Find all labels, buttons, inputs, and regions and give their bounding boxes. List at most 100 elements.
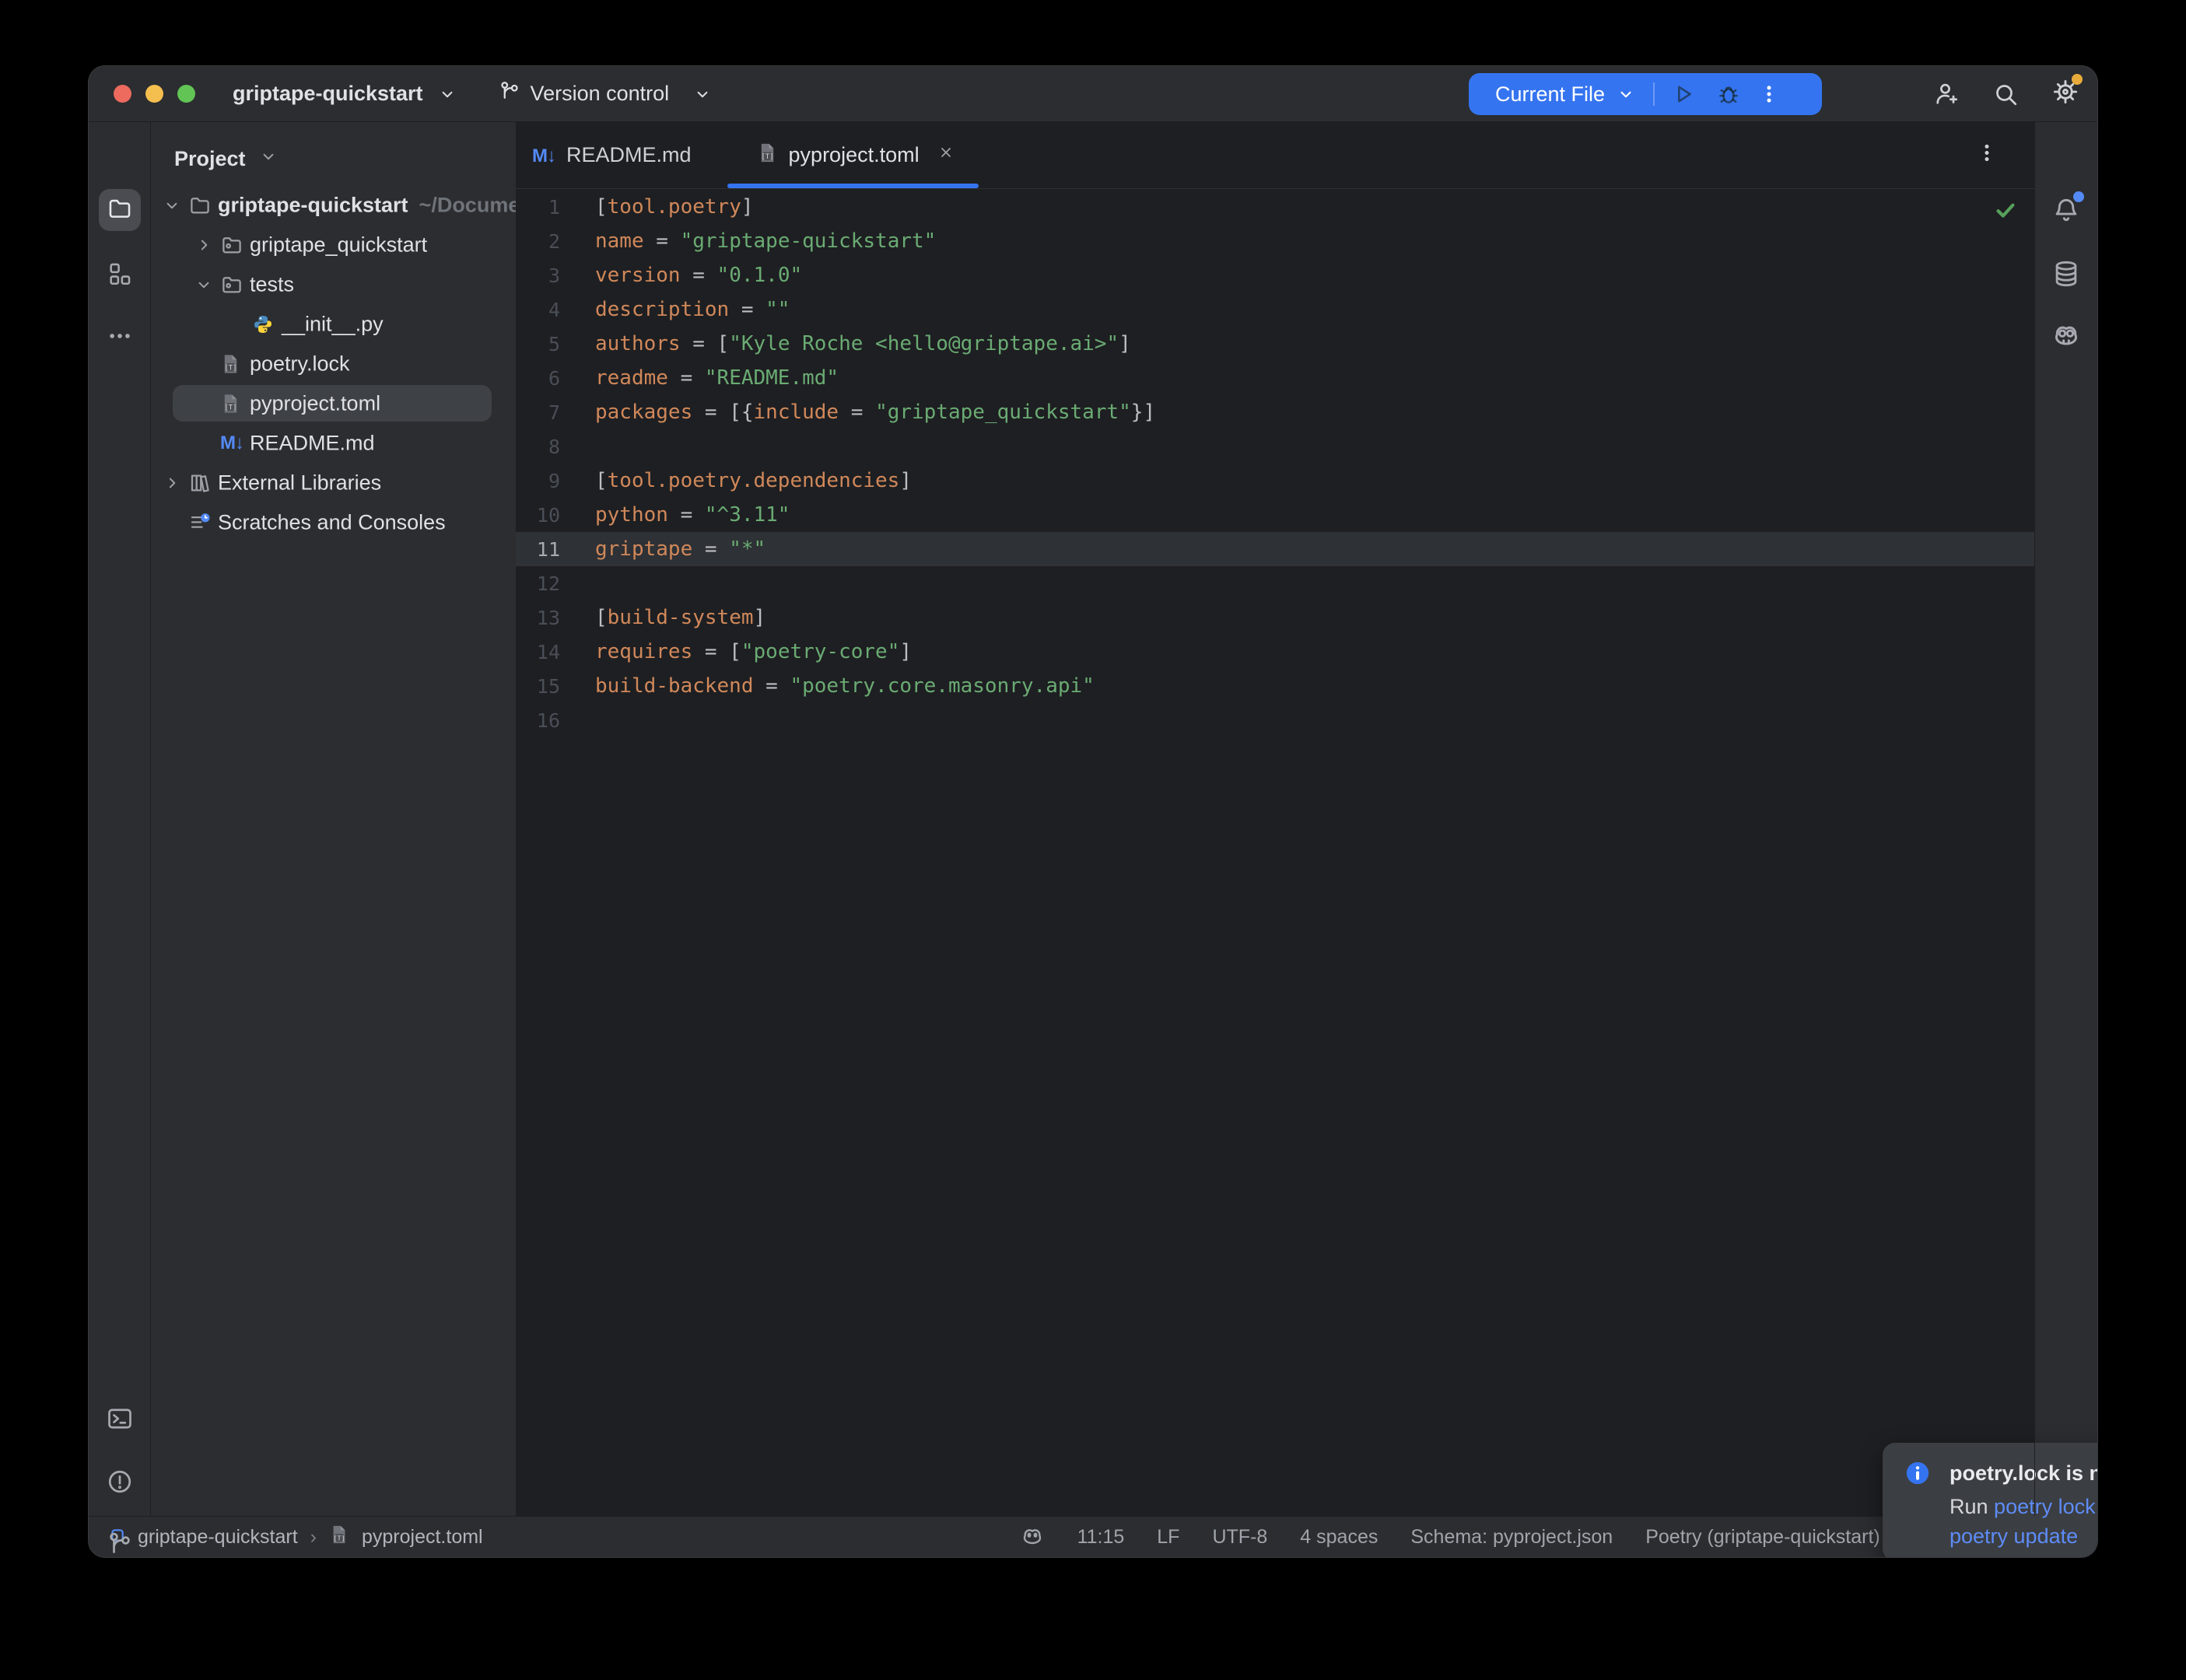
line-number[interactable]: 7 <box>516 401 589 424</box>
zoom-window-button[interactable] <box>177 85 195 103</box>
code-line-3[interactable]: 3version = "0.1.0" <box>516 258 2034 292</box>
status-caret-position[interactable]: 11:15 <box>1077 1526 1125 1549</box>
svg-text:[T]: [T] <box>225 404 237 411</box>
code-line-7[interactable]: 7packages = [{include = "griptape_quicks… <box>516 395 2034 429</box>
status-line-separator[interactable]: LF <box>1157 1526 1179 1549</box>
status-schema[interactable]: Schema: pyproject.json <box>1410 1526 1613 1549</box>
line-number[interactable]: 6 <box>516 367 589 390</box>
tree-item-griptape-quickstart[interactable]: griptape_quickstart <box>151 225 516 264</box>
tree-item-tests[interactable]: tests <box>151 264 516 304</box>
line-number[interactable]: 8 <box>516 436 589 458</box>
tree-item-label: README.md <box>250 431 375 455</box>
tree-item-griptape-quickstart[interactable]: griptape-quickstart~/Docume <box>151 185 516 225</box>
code-line-5[interactable]: 5authors = ["Kyle Roche <hello@griptape.… <box>516 327 2034 361</box>
line-number[interactable]: 1 <box>516 196 589 219</box>
more-run-options-button[interactable] <box>1757 82 1781 106</box>
search-everywhere-button[interactable] <box>1992 80 2020 108</box>
code-line-8[interactable]: 8 <box>516 429 2034 464</box>
notification-badge <box>2073 191 2084 202</box>
line-number[interactable]: 10 <box>516 504 589 527</box>
problems-tool-button[interactable] <box>106 1468 134 1496</box>
inspections-passed-icon[interactable] <box>1994 198 2017 226</box>
line-number[interactable]: 2 <box>516 230 589 253</box>
line-number[interactable]: 12 <box>516 572 589 595</box>
code-line-13[interactable]: 13[build-system] <box>516 600 2034 635</box>
ai-assistant-tool-button[interactable] <box>2051 320 2082 352</box>
line-number[interactable]: 16 <box>516 709 589 732</box>
project-tool-button[interactable] <box>99 189 141 231</box>
line-number[interactable]: 9 <box>516 470 589 492</box>
code-editor[interactable]: 1[tool.poetry]2name = "griptape-quicksta… <box>516 189 2034 1516</box>
code-line-1[interactable]: 1[tool.poetry] <box>516 190 2034 224</box>
chevron-right-icon[interactable] <box>162 473 182 493</box>
line-number[interactable]: 5 <box>516 333 589 355</box>
ide-window: griptape-quickstart Version control Curr… <box>88 65 2098 1558</box>
notification-link-poetry-update[interactable]: poetry update <box>1950 1524 2078 1548</box>
code-line-4[interactable]: 4description = "" <box>516 292 2034 327</box>
toml-file-icon: [T] <box>220 393 241 414</box>
git-tool-button[interactable] <box>106 1530 134 1558</box>
tree-item-label: griptape-quickstart~/Docume <box>218 193 516 217</box>
tree-item-label: griptape_quickstart <box>250 233 427 257</box>
chevron-down-icon <box>692 84 713 104</box>
project-panel-header[interactable]: Project <box>151 122 516 185</box>
code-line-10[interactable]: 10python = "^3.11" <box>516 498 2034 532</box>
line-number[interactable]: 4 <box>516 299 589 321</box>
tree-item-readme-md[interactable]: M↓README.md <box>151 423 516 463</box>
tab-options-button[interactable] <box>1975 141 1999 170</box>
tree-item-external-libraries[interactable]: External Libraries <box>151 463 516 502</box>
settings-button[interactable] <box>2051 77 2080 110</box>
tree-item-path: ~/Docume <box>419 193 516 217</box>
code-line-15[interactable]: 15build-backend = "poetry.core.masonry.a… <box>516 669 2034 703</box>
vcs-widget[interactable]: Version control <box>498 79 713 108</box>
tree-item-label: Scratches and Consoles <box>218 510 446 534</box>
copilot-status-icon[interactable] <box>1020 1524 1045 1549</box>
code-line-12[interactable]: 12 <box>516 566 2034 600</box>
run-configuration-pill[interactable]: Current File <box>1469 73 1822 115</box>
toml-file-icon: [T] <box>757 142 778 169</box>
database-tool-button[interactable] <box>2051 259 2081 289</box>
add-user-button[interactable] <box>1932 80 1960 108</box>
debug-button[interactable] <box>1715 81 1742 107</box>
code-line-6[interactable]: 6readme = "README.md" <box>516 361 2034 395</box>
structure-tool-button[interactable] <box>107 261 133 287</box>
active-tab-underline <box>727 184 979 188</box>
tree-item-scratches-and-consoles[interactable]: Scratches and Consoles <box>151 502 516 542</box>
breadcrumb-project[interactable]: griptape-quickstart <box>138 1526 298 1549</box>
code-line-16[interactable]: 16 <box>516 703 2034 737</box>
git-branch-icon <box>498 79 521 108</box>
line-number[interactable]: 15 <box>516 675 589 698</box>
tree-item-pyproject-toml[interactable]: [T]pyproject.toml <box>151 383 516 423</box>
project-selector[interactable]: griptape-quickstart <box>233 82 423 106</box>
notifications-button[interactable] <box>2051 195 2081 229</box>
tree-item-poetry-lock[interactable]: [T]poetry.lock <box>151 344 516 383</box>
run-button[interactable] <box>1670 81 1697 107</box>
code-line-14[interactable]: 14requires = ["poetry-core"] <box>516 635 2034 669</box>
close-window-button[interactable] <box>114 85 131 103</box>
chevron-down-icon <box>1616 84 1636 104</box>
line-number[interactable]: 3 <box>516 264 589 287</box>
minimize-window-button[interactable] <box>145 85 163 103</box>
status-indent[interactable]: 4 spaces <box>1300 1526 1378 1549</box>
chevron-down-icon[interactable] <box>194 275 214 295</box>
terminal-tool-button[interactable] <box>106 1405 134 1433</box>
code-text: description = "" <box>589 298 790 321</box>
breadcrumb-file[interactable]: pyproject.toml <box>362 1526 483 1549</box>
chevron-right-icon[interactable] <box>194 235 214 255</box>
more-tool-windows-button[interactable] <box>107 323 133 349</box>
close-tab-icon[interactable] <box>937 143 955 167</box>
code-line-11[interactable]: 11griptape = "*" <box>516 532 2034 566</box>
chevron-down-icon[interactable] <box>162 195 182 215</box>
tree-item--init-py[interactable]: __init__.py <box>151 304 516 344</box>
code-line-2[interactable]: 2name = "griptape-quickstart" <box>516 224 2034 258</box>
line-number[interactable]: 11 <box>516 538 589 561</box>
vcs-label: Version control <box>531 82 670 106</box>
main-area: Project griptape-quickstart~/Docume gript… <box>89 122 2097 1516</box>
tab-label: README.md <box>566 143 692 167</box>
code-line-9[interactable]: 9[tool.poetry.dependencies] <box>516 464 2034 498</box>
tab-pyproject-toml[interactable]: [T]pyproject.toml <box>727 122 979 188</box>
tab-readme-md[interactable]: M↓README.md <box>516 122 727 188</box>
status-encoding[interactable]: UTF-8 <box>1212 1526 1267 1549</box>
line-number[interactable]: 13 <box>516 607 589 629</box>
line-number[interactable]: 14 <box>516 641 589 663</box>
